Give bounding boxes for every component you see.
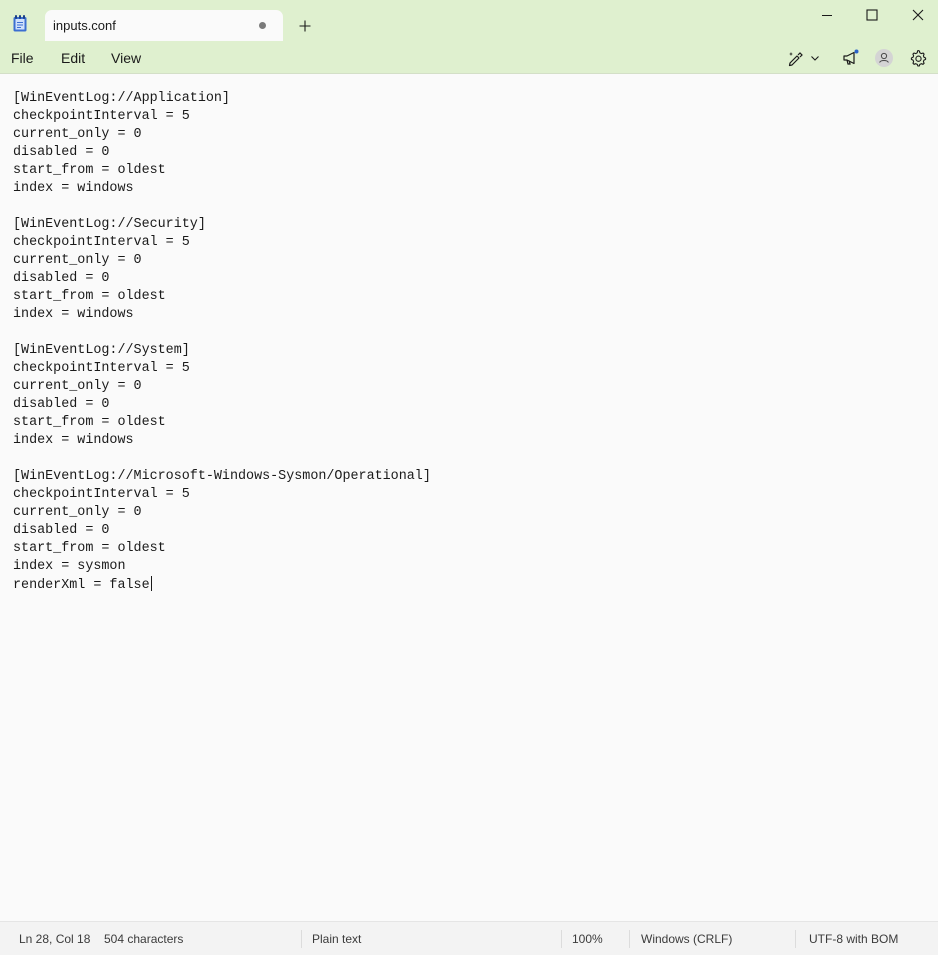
editor-line[interactable] <box>13 198 431 216</box>
account-icon <box>875 49 893 67</box>
text-caret <box>150 576 152 591</box>
close-button[interactable] <box>902 4 934 26</box>
editor-line[interactable]: start_from = oldest <box>13 540 431 558</box>
editor-line[interactable]: index = windows <box>13 306 431 324</box>
editor-line[interactable] <box>13 324 431 342</box>
document-tab[interactable]: inputs.conf <box>45 10 283 42</box>
character-count: 504 characters <box>104 932 184 946</box>
editor-line[interactable]: disabled = 0 <box>13 396 431 414</box>
editor-line[interactable]: current_only = 0 <box>13 252 431 270</box>
tab-title: inputs.conf <box>53 18 116 33</box>
editor-line[interactable]: [WinEventLog://System] <box>13 342 431 360</box>
menu-edit[interactable]: Edit <box>61 50 85 66</box>
editor-line[interactable]: index = sysmon <box>13 558 431 576</box>
new-tab-button[interactable] <box>296 17 314 35</box>
editor-line[interactable]: [WinEventLog://Microsoft-Windows-Sysmon/… <box>13 468 431 486</box>
whats-new-button[interactable] <box>838 47 862 69</box>
editor-line[interactable]: disabled = 0 <box>13 270 431 288</box>
zoom-level[interactable]: 100% <box>572 932 603 946</box>
editor-line[interactable]: checkpointInterval = 5 <box>13 486 431 504</box>
editor-line[interactable]: current_only = 0 <box>13 504 431 522</box>
settings-button[interactable] <box>907 47 929 69</box>
gear-icon <box>910 49 927 67</box>
menu-view[interactable]: View <box>111 50 141 66</box>
copilot-rewrite-button[interactable] <box>783 47 823 69</box>
menu-bar: File Edit View <box>0 41 938 74</box>
close-icon <box>912 9 924 21</box>
notepad-window: inputs.conf File Edit View [WinEventLog:… <box>0 0 938 955</box>
status-bar: Ln 28, Col 18 504 characters Plain text … <box>0 921 938 955</box>
editor-line[interactable]: checkpointInterval = 5 <box>13 234 431 252</box>
editor-line[interactable]: checkpointInterval = 5 <box>13 360 431 378</box>
cursor-position[interactable]: Ln 28, Col 18 <box>19 932 90 946</box>
editor-line[interactable]: start_from = oldest <box>13 288 431 306</box>
editor-line[interactable]: disabled = 0 <box>13 144 431 162</box>
maximize-icon <box>866 9 878 21</box>
editor-line[interactable]: disabled = 0 <box>13 522 431 540</box>
status-divider <box>301 930 302 948</box>
editor-line[interactable]: start_from = oldest <box>13 414 431 432</box>
chevron-down-icon <box>811 56 819 61</box>
status-divider <box>795 930 796 948</box>
maximize-button[interactable] <box>856 4 888 26</box>
status-divider <box>561 930 562 948</box>
line-ending[interactable]: Windows (CRLF) <box>641 932 732 946</box>
minimize-icon <box>822 15 832 16</box>
menu-file[interactable]: File <box>11 50 34 66</box>
editor-line[interactable]: [WinEventLog://Application] <box>13 90 431 108</box>
notepad-app-icon <box>13 15 27 32</box>
editor-line[interactable]: index = windows <box>13 180 431 198</box>
editor-content[interactable]: [WinEventLog://Application] checkpointInt… <box>13 90 431 594</box>
text-format[interactable]: Plain text <box>312 932 361 946</box>
title-bar: inputs.conf <box>0 0 938 42</box>
editor-line[interactable]: checkpointInterval = 5 <box>13 108 431 126</box>
editor-line[interactable]: current_only = 0 <box>13 126 431 144</box>
status-divider <box>629 930 630 948</box>
megaphone-icon <box>843 49 859 65</box>
minimize-button[interactable] <box>811 4 843 26</box>
encoding[interactable]: UTF-8 with BOM <box>809 932 898 946</box>
editor-line[interactable]: start_from = oldest <box>13 162 431 180</box>
editor-line[interactable] <box>13 450 431 468</box>
editor-line[interactable]: index = windows <box>13 432 431 450</box>
editor-line[interactable]: current_only = 0 <box>13 378 431 396</box>
account-button[interactable] <box>873 47 895 69</box>
copilot-pen-icon <box>788 52 803 67</box>
editor-line[interactable]: renderXml = false <box>13 576 431 594</box>
text-editor[interactable]: [WinEventLog://Application] checkpointInt… <box>0 75 938 920</box>
unsaved-indicator-icon[interactable] <box>259 22 266 29</box>
plus-icon <box>299 20 311 32</box>
editor-line[interactable]: [WinEventLog://Security] <box>13 216 431 234</box>
